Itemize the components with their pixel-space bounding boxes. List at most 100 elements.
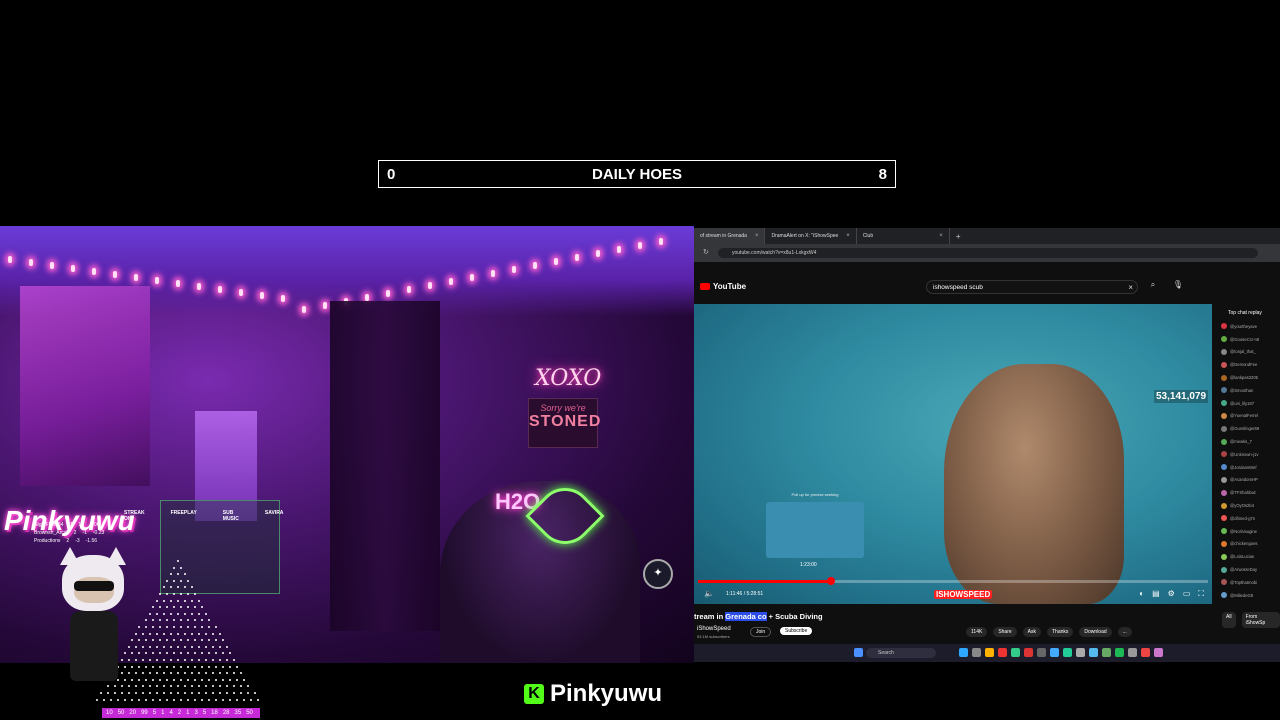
taskbar-app-icon[interactable] <box>1128 648 1137 657</box>
chat-avatar <box>1221 592 1227 599</box>
taskbar-app-icon[interactable] <box>1037 648 1046 657</box>
decor-dot <box>180 579 182 582</box>
decor-dot <box>225 672 228 675</box>
sb-cell: 16 <box>78 522 84 528</box>
chat-username: @dhined-g7s <box>1230 515 1255 521</box>
url-field[interactable]: youtube.com/watch?v=x8u1-LxkgxW4 <box>718 248 1258 258</box>
like-button[interactable]: 114K <box>966 627 988 637</box>
bottom-number-strip: 10 50 20 99 5 1 4 2 1 3 5 18 28 35 50 <box>102 708 260 718</box>
search-input[interactable]: ishowspeed scub × <box>926 280 1138 294</box>
youtube-header: YouTube ishowspeed scub × ⌕ 🎙 <box>694 278 1280 298</box>
decor-dot <box>138 639 140 642</box>
taskbar-app-icon[interactable] <box>1115 648 1124 657</box>
video-player[interactable]: 53,141,079 Pull up for precise seeking 1… <box>694 304 1212 604</box>
taskbar-app-icon[interactable] <box>1050 648 1059 657</box>
fullscreen-icon[interactable]: ⛶ <box>1198 589 1204 599</box>
decor-dot <box>176 612 179 615</box>
close-icon[interactable]: × <box>846 233 850 239</box>
decor-dot <box>201 698 203 701</box>
download-button[interactable]: Download <box>1079 627 1112 637</box>
decor-dot <box>183 612 186 615</box>
decor-dot <box>145 665 147 668</box>
decor-dot <box>194 665 196 668</box>
taskbar-app-icon[interactable] <box>1154 648 1163 657</box>
chat-replay: Top chat replay @yourtheyave @GooseCrz-n8… <box>1218 304 1280 604</box>
decor-dot <box>134 692 137 694</box>
new-tab-icon[interactable]: + <box>956 232 961 241</box>
reload-icon[interactable]: ↻ <box>703 248 709 256</box>
decor-dot <box>166 619 168 622</box>
join-button[interactable]: Join <box>750 627 772 637</box>
clear-icon[interactable]: × <box>1128 281 1133 295</box>
taskbar-app-icon[interactable] <box>1024 648 1033 657</box>
title-highlight: Grenada co <box>725 612 767 621</box>
decor-dot <box>162 612 165 615</box>
search-icon[interactable]: ⌕ <box>1144 280 1162 294</box>
progress-bar[interactable] <box>698 577 1208 585</box>
decor-dot <box>197 612 200 615</box>
decor-dot <box>99 692 102 694</box>
scoreboard-header: FREEPLAY <box>170 510 197 516</box>
tab-label: DramaAlert on X: "iShowSpee <box>771 233 839 239</box>
strip-number: 20 <box>129 710 137 716</box>
decor-dot <box>169 632 172 635</box>
counter-right-value: 8 <box>878 165 887 183</box>
chat-username: @Smoothan <box>1230 387 1254 393</box>
progress-scrubber[interactable] <box>826 577 835 585</box>
scoreboard-header: SAVIRA <box>264 510 284 516</box>
youtube-logo[interactable]: YouTube <box>700 282 746 291</box>
theater-icon[interactable]: ▭ <box>1183 589 1191 599</box>
decor-dot <box>218 659 221 661</box>
light-bulb <box>491 270 495 277</box>
chat-tab-all[interactable]: All <box>1222 612 1236 628</box>
taskbar-app-icon[interactable] <box>1011 648 1020 657</box>
channel-name[interactable]: iShowSpeed <box>697 626 731 632</box>
ask-button[interactable]: Ask <box>1022 627 1041 637</box>
taskbar-app-icon[interactable] <box>1089 648 1098 657</box>
decor-dot <box>218 632 221 635</box>
taskbar-app-icon[interactable] <box>1063 648 1072 657</box>
decor-dot <box>155 612 158 615</box>
decor-dot <box>190 685 193 688</box>
taskbar-search[interactable]: Search <box>866 648 936 658</box>
thanks-button[interactable]: Thanks <box>1047 627 1074 637</box>
close-icon[interactable]: × <box>755 233 759 239</box>
taskbar-app-icon[interactable] <box>854 648 863 657</box>
decor-dot <box>250 698 252 701</box>
sign-big-text: STONED <box>529 413 602 430</box>
autoplay-toggle-icon[interactable]: ◐ <box>1139 589 1144 599</box>
chat-tab-from[interactable]: From iShowSp <box>1241 612 1280 628</box>
taskbar-app-icon[interactable] <box>972 648 981 657</box>
decor-dot <box>173 678 175 681</box>
browser-tab[interactable]: of stream in Grenada × <box>694 228 766 244</box>
more-button[interactable]: ... <box>1117 627 1132 637</box>
decor-dot <box>176 692 179 694</box>
captions-icon[interactable]: ▤ <box>1152 589 1160 599</box>
taskbar-app-icon[interactable] <box>998 648 1007 657</box>
decor-dot <box>183 573 186 576</box>
subscribe-button[interactable]: Subscribe <box>780 627 813 635</box>
volume-icon[interactable]: 🔈 <box>704 589 714 598</box>
chat-message: @GooseCrz-n8 <box>1218 333 1280 346</box>
microphone-icon[interactable]: 🎙 <box>1170 280 1186 294</box>
decor-dot <box>180 665 182 668</box>
browser-tab[interactable]: Club × <box>857 228 950 244</box>
decor-dot <box>194 626 196 628</box>
browser-tab[interactable]: DramaAlert on X: "iShowSpee × <box>765 228 857 244</box>
close-icon[interactable]: × <box>939 233 943 239</box>
decor-dot <box>148 612 151 615</box>
taskbar-app-icon[interactable] <box>1076 648 1085 657</box>
decor-dot <box>204 632 207 635</box>
decor-dot <box>222 698 224 701</box>
decor-dot <box>173 619 175 622</box>
taskbar-app-icon[interactable] <box>959 648 968 657</box>
taskbar-app-icon[interactable] <box>985 648 994 657</box>
taskbar-app-icon[interactable] <box>1102 648 1111 657</box>
strip-number: 2 <box>177 710 182 716</box>
decor-dot <box>232 685 235 688</box>
taskbar-app-icon[interactable] <box>1141 648 1150 657</box>
seek-preview-thumbnail <box>766 502 864 558</box>
share-button[interactable]: Share <box>993 627 1017 637</box>
settings-icon[interactable]: ⚙ <box>1168 589 1175 599</box>
decor-dot <box>197 659 200 661</box>
